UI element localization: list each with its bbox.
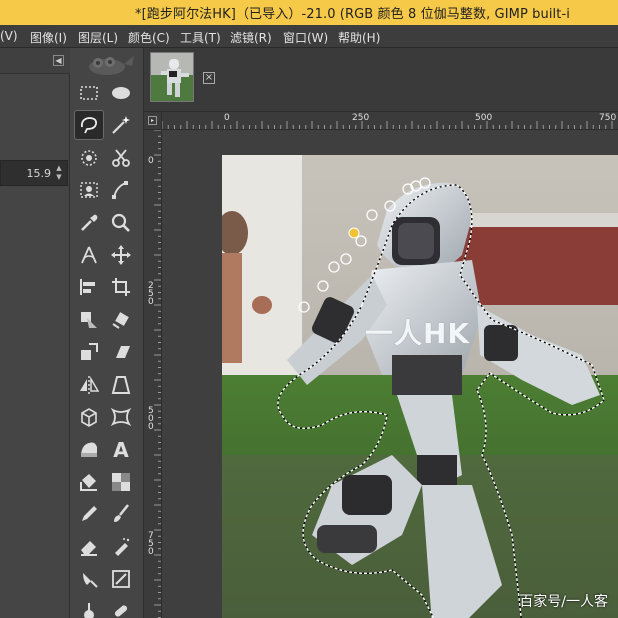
ruler-corner-icon[interactable]: ▸ — [148, 116, 157, 125]
crop-icon[interactable] — [106, 272, 136, 302]
menu-image[interactable]: 图像(I) — [30, 29, 67, 46]
scale-icon[interactable] — [74, 337, 104, 367]
close-box-icon[interactable]: × — [203, 72, 215, 84]
image-thumbnail[interactable] — [150, 52, 194, 102]
measure-icon[interactable] — [74, 240, 104, 270]
menu-tools[interactable]: 工具(T) — [180, 29, 221, 46]
dock-header: ◀ — [0, 48, 70, 74]
ruler-label: 500 — [475, 113, 493, 123]
ruler-label: 0 — [148, 156, 154, 166]
flip-icon[interactable] — [74, 370, 104, 400]
wilber-mascot-icon — [89, 56, 134, 75]
horizontal-ruler-ticks — [162, 121, 613, 129]
perspective-icon[interactable] — [106, 370, 136, 400]
by-color-select-icon[interactable] — [74, 143, 104, 173]
bucket-fill-icon[interactable] — [74, 467, 104, 497]
scissors-select-icon[interactable] — [106, 143, 136, 173]
ink-icon[interactable] — [74, 564, 104, 594]
image-overlay-text: 一人HK — [365, 317, 471, 350]
gradient-icon[interactable] — [106, 467, 136, 497]
paths-icon[interactable] — [106, 175, 136, 205]
shear-icon[interactable] — [106, 337, 136, 367]
horizontal-ruler[interactable]: 0 250 500 750 — [162, 112, 618, 130]
spin-arrows-icon[interactable]: ▲ ▼ — [54, 164, 64, 182]
fuzzy-select-icon[interactable] — [106, 110, 136, 140]
triangle-left-icon[interactable]: ◀ — [53, 55, 64, 66]
ruler-corner[interactable]: ▸ — [144, 112, 162, 130]
3d-transform-icon[interactable] — [74, 402, 104, 432]
size-field[interactable]: 15.9 ▲ ▼ — [0, 160, 68, 186]
text-icon[interactable]: A — [106, 434, 136, 464]
color-picker-icon[interactable] — [74, 208, 104, 238]
menu-layer[interactable]: 图层(L) — [78, 29, 118, 46]
foreground-select-icon[interactable] — [74, 175, 104, 205]
ruler-label: 750 — [148, 531, 154, 557]
rect-select-icon[interactable] — [74, 78, 104, 108]
align-icon[interactable] — [74, 272, 104, 302]
image-canvas[interactable] — [222, 155, 618, 618]
svg-text:A: A — [113, 438, 129, 461]
menu-windows[interactable]: 窗口(W) — [283, 29, 328, 46]
move-icon[interactable] — [106, 240, 136, 270]
paintbrush-icon[interactable] — [106, 499, 136, 529]
ruler-label: 750 — [599, 113, 617, 123]
mypaint-brush-icon[interactable] — [106, 564, 136, 594]
cage-icon[interactable] — [74, 434, 104, 464]
airbrush-icon[interactable] — [106, 532, 136, 562]
left-dock: ◀ 15.9 ▲ ▼ — [0, 48, 70, 618]
title-bar: *[跑步阿尔法HK]（已导入）-21.0 (RGB 颜色 8 位伽马整数, GI… — [0, 0, 618, 25]
unified-transform-icon[interactable] — [74, 305, 104, 335]
menu-colors[interactable]: 颜色(C) — [128, 29, 170, 46]
pencil-icon[interactable] — [74, 499, 104, 529]
ellipse-select-icon[interactable] — [106, 78, 136, 108]
window-title: *[跑步阿尔法HK]（已导入）-21.0 (RGB 颜色 8 位伽马整数, GI… — [135, 7, 570, 22]
canvas-area[interactable] — [162, 130, 618, 618]
menu-filters[interactable]: 滤镜(R) — [230, 29, 272, 46]
ruler-label: 250 — [148, 281, 154, 307]
ruler-label: 500 — [148, 406, 154, 432]
free-select-icon[interactable] — [74, 110, 104, 141]
ruler-label: 0 — [224, 113, 230, 123]
image-tabs: × — [144, 48, 618, 112]
eraser-icon[interactable] — [74, 532, 104, 562]
clone-icon[interactable] — [74, 596, 104, 618]
menu-view[interactable]: (V) — [0, 29, 18, 43]
vertical-ruler[interactable]: 0 250 500 750 — [144, 130, 162, 618]
ruler-label: 250 — [352, 113, 370, 123]
menu-bar: (V) 图像(I) 图层(L) 颜色(C) 工具(T) 滤镜(R) 窗口(W) … — [0, 25, 618, 48]
warp-icon[interactable] — [106, 402, 136, 432]
watermark-text: 百家号/一人客 — [519, 594, 608, 610]
zoom-icon[interactable] — [106, 208, 136, 238]
menu-help[interactable]: 帮助(H) — [338, 29, 380, 46]
rotate-icon[interactable] — [106, 305, 136, 335]
heal-icon[interactable] — [106, 596, 136, 618]
size-value[interactable]: 15.9 — [27, 167, 52, 180]
